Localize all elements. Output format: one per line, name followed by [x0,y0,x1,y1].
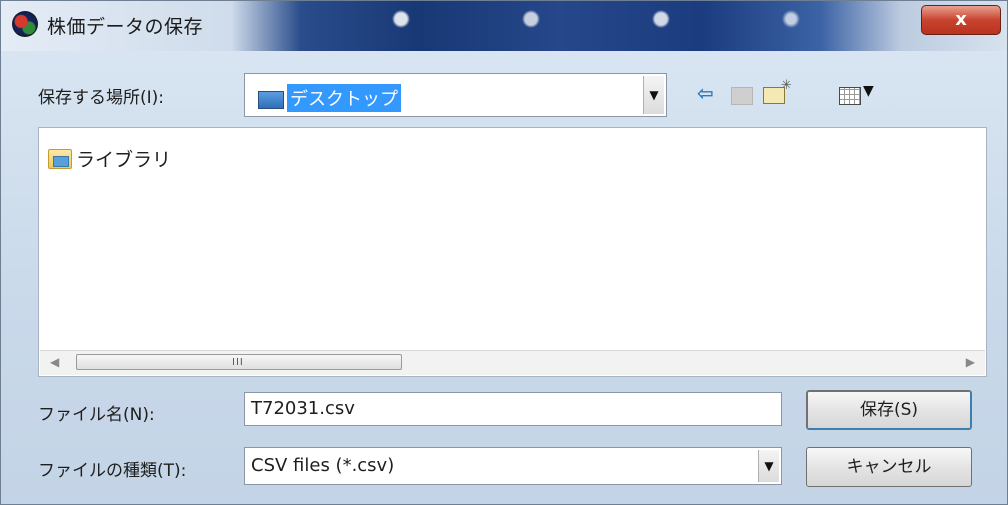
location-label: 保存する場所(I): [38,88,165,108]
save-dialog: 株価データの保存 x 保存する場所(I): デスクトップ ▼ ⇦ ✳ ▼ ライブ… [0,0,1008,505]
desktop-icon [258,91,284,109]
horizontal-scrollbar[interactable]: ◀ III ▶ [40,350,985,375]
scroll-right-icon[interactable]: ▶ [966,355,975,369]
window-title: 株価データの保存 [47,16,204,38]
list-item-label: ライブラリ [76,149,172,171]
title-bar[interactable]: 株価データの保存 x [1,1,1007,51]
filename-input[interactable]: T72031.csv [244,392,782,426]
location-dropdown[interactable]: デスクトップ ▼ [244,73,667,117]
scroll-grip: III [232,357,244,368]
filename-label: ファイル名(N): [38,405,155,425]
library-folder-icon [48,148,72,169]
scroll-thumb[interactable]: III [76,354,402,370]
app-globe-icon [12,11,38,37]
view-menu-icon[interactable] [839,87,861,105]
cancel-button[interactable]: キャンセル [806,447,972,487]
filetype-dropdown[interactable]: CSV files (*.csv) ▼ [244,447,782,485]
save-button[interactable]: 保存(S) [806,390,972,430]
list-item[interactable]: ライブラリ [48,145,171,172]
back-arrow-icon[interactable]: ⇦ [697,81,714,105]
chevron-down-icon[interactable]: ▼ [643,76,664,114]
filetype-label: ファイルの種類(T): [38,461,187,481]
file-list[interactable]: ライブラリ ◀ III ▶ [38,127,987,377]
new-folder-sparkle-icon: ✳ [781,78,792,93]
filetype-value: CSV files (*.csv) [251,455,395,476]
location-value: デスクトップ [287,84,401,112]
scroll-left-icon[interactable]: ◀ [50,355,59,369]
close-button[interactable]: x [921,5,1001,35]
chevron-down-icon[interactable]: ▼ [758,450,779,482]
view-menu-caret-icon[interactable]: ▼ [863,83,874,99]
up-folder-icon[interactable] [731,87,753,105]
